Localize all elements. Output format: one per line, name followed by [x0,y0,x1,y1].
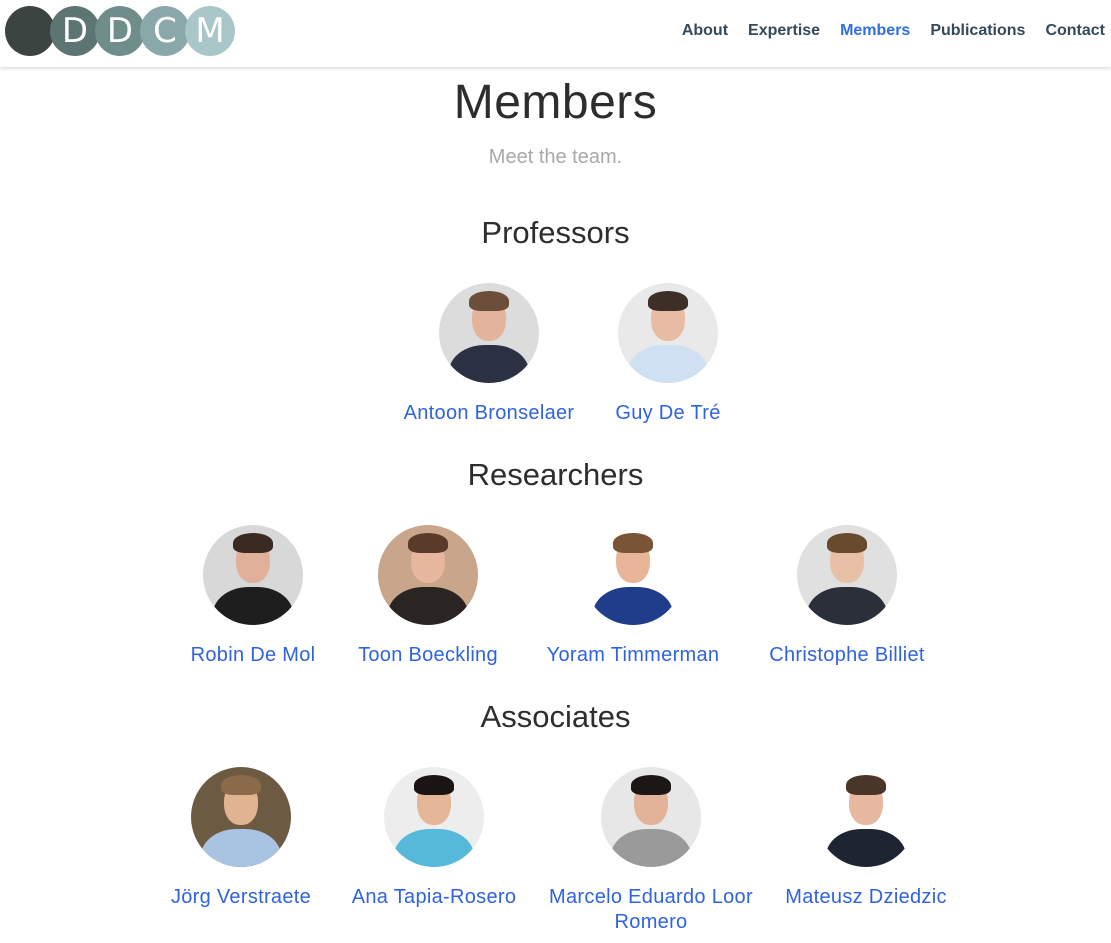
member-name-link[interactable]: Yoram Timmerman [528,643,738,668]
member-name-link[interactable]: Jörg Verstraete [136,885,346,910]
nav-publications[interactable]: Publications [930,22,1025,40]
member-name-link[interactable]: Mateusz Dziedzic [761,885,971,910]
members-page: Members Meet the team. Professors Antoon… [0,67,1111,943]
member-card[interactable]: Guy De Tré [563,283,773,426]
section-title-researchers: Researchers [467,457,644,492]
member-name-link[interactable]: Ana Tapia-Rosero [329,885,539,910]
member-name-link[interactable]: Toon Boeckling [323,643,533,668]
member-card[interactable]: Ana Tapia-Rosero [329,767,539,910]
member-card[interactable]: Jörg Verstraete [136,767,346,910]
logo-disc-2: D [50,6,100,56]
ddcm-logo[interactable]: D D C M [5,6,235,56]
member-card[interactable]: Toon Boeckling [323,525,533,668]
avatar[interactable] [816,767,916,867]
avatar[interactable] [203,525,303,625]
nav-contact[interactable]: Contact [1045,22,1105,40]
avatar[interactable] [439,283,539,383]
avatar[interactable] [583,525,683,625]
member-card[interactable]: Christophe Billiet [742,525,952,668]
avatar[interactable] [797,525,897,625]
section-title-professors: Professors [481,215,630,250]
avatar[interactable] [601,767,701,867]
nav-expertise[interactable]: Expertise [748,22,820,40]
site-header: D D C M About Expertise Members Publicat… [0,0,1111,67]
logo-disc-5: M [185,6,235,56]
logo-disc-1 [5,6,55,56]
logo-disc-3: D [95,6,145,56]
member-card[interactable]: Mateusz Dziedzic [761,767,971,910]
page-title: Members [453,76,658,129]
avatar[interactable] [378,525,478,625]
section-title-associates: Associates [480,699,631,734]
member-card[interactable]: Yoram Timmerman [528,525,738,668]
main-nav: About Expertise Members Publications Con… [662,0,1105,62]
logo-disc-4: C [140,6,190,56]
member-name-link[interactable]: Christophe Billiet [742,643,952,668]
nav-members[interactable]: Members [840,22,910,40]
member-card[interactable]: Marcelo Eduardo Loor Romero [546,767,756,935]
avatar[interactable] [191,767,291,867]
member-name-link[interactable]: Marcelo Eduardo Loor Romero [546,885,756,935]
nav-about[interactable]: About [682,22,728,40]
avatar[interactable] [384,767,484,867]
member-name-link[interactable]: Guy De Tré [563,401,773,426]
avatar[interactable] [618,283,718,383]
page-subtitle: Meet the team. [488,146,623,168]
